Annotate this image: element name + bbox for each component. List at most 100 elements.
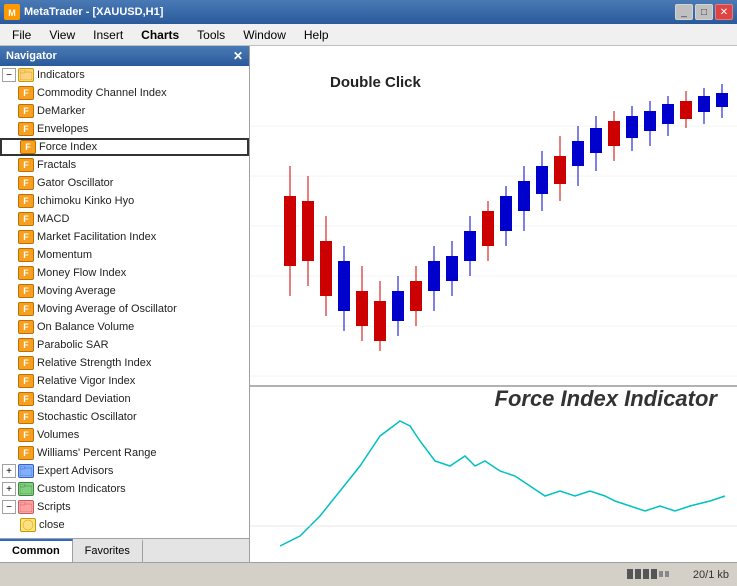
indicator-icon-obv: F: [18, 320, 34, 334]
indicator-icon-momentum: F: [18, 248, 34, 262]
indicator-icon-stddev: F: [18, 392, 34, 406]
nav-item-fractals[interactable]: F Fractals: [0, 156, 249, 174]
indicators-label: Indicators: [37, 69, 85, 81]
close-button[interactable]: ✕: [715, 4, 733, 20]
williams-label: Williams' Percent Range: [37, 447, 156, 459]
navigator-title: Navigator: [6, 50, 57, 62]
moneyflow-label: Money Flow Index: [37, 267, 126, 279]
nav-item-demarker[interactable]: F DeMarker: [0, 102, 249, 120]
status-bar: 20/1 kb: [0, 562, 737, 586]
nav-item-indicators-parent[interactable]: − Indicators: [0, 66, 249, 84]
nav-item-envelopes[interactable]: F Envelopes: [0, 120, 249, 138]
navigator-header: Navigator ✕: [0, 46, 249, 66]
nav-item-movingavg[interactable]: F Moving Average: [0, 282, 249, 300]
nav-item-macd[interactable]: F MACD: [0, 210, 249, 228]
title-bar-buttons: _ □ ✕: [675, 4, 733, 20]
menu-file[interactable]: File: [4, 26, 39, 44]
gator-label: Gator Oscillator: [37, 177, 113, 189]
custom-folder-icon: [18, 482, 34, 496]
expert-folder-icon: [18, 464, 34, 478]
indicator-icon-macd: F: [18, 212, 34, 226]
nav-item-momentum[interactable]: F Momentum: [0, 246, 249, 264]
volumes-label: Volumes: [37, 429, 79, 441]
indicator-icon-force: F: [20, 140, 36, 154]
menu-window[interactable]: Window: [235, 26, 294, 44]
nav-item-custom[interactable]: + Custom Indicators: [0, 480, 249, 498]
chart-svg: [250, 46, 737, 562]
nav-item-ichimoku[interactable]: F Ichimoku Kinko Hyo: [0, 192, 249, 210]
indicator-icon-rvi: F: [18, 374, 34, 388]
custom-label: Custom Indicators: [37, 483, 126, 495]
maximize-button[interactable]: □: [695, 4, 713, 20]
nav-item-stoch[interactable]: F Stochastic Oscillator: [0, 408, 249, 426]
nav-item-stddev[interactable]: F Standard Deviation: [0, 390, 249, 408]
force-label: Force Index: [39, 141, 97, 153]
movingavg-label: Moving Average: [37, 285, 116, 297]
nav-item-scripts[interactable]: − Scripts: [0, 498, 249, 516]
parabolicsar-label: Parabolic SAR: [37, 339, 109, 351]
nav-item-expert[interactable]: + Expert Advisors: [0, 462, 249, 480]
nav-item-volumes[interactable]: F Volumes: [0, 426, 249, 444]
menu-help[interactable]: Help: [296, 26, 337, 44]
nav-tabs: Common Favorites: [0, 538, 249, 562]
nav-item-obv[interactable]: F On Balance Volume: [0, 318, 249, 336]
demarker-label: DeMarker: [37, 105, 85, 117]
indicator-icon-williams: F: [18, 446, 34, 460]
navigator-panel: Navigator ✕ − Indicators F Commodity Cha…: [0, 46, 250, 562]
nav-item-rsi[interactable]: F Relative Strength Index: [0, 354, 249, 372]
scripts-label: Scripts: [37, 501, 71, 513]
indicator-icon-parabolicsar: F: [18, 338, 34, 352]
nav-item-force[interactable]: F Force Index: [0, 138, 249, 156]
close-script-label: close: [39, 519, 65, 531]
menu-bar: File View Insert Charts Tools Window Hel…: [0, 24, 737, 46]
expand-scripts[interactable]: −: [2, 500, 16, 514]
ichimoku-label: Ichimoku Kinko Hyo: [37, 195, 134, 207]
menu-insert[interactable]: Insert: [85, 26, 131, 44]
nav-item-rvi[interactable]: F Relative Vigor Index: [0, 372, 249, 390]
tab-favorites[interactable]: Favorites: [73, 539, 143, 562]
nav-item-close[interactable]: close: [0, 516, 249, 534]
commodity-label: Commodity Channel Index: [37, 87, 167, 99]
menu-charts[interactable]: Charts: [133, 26, 187, 44]
nav-item-movingavgosc[interactable]: F Moving Average of Oscillator: [0, 300, 249, 318]
nav-item-gator[interactable]: F Gator Oscillator: [0, 174, 249, 192]
menu-view[interactable]: View: [41, 26, 83, 44]
nav-item-moneyflow[interactable]: F Money Flow Index: [0, 264, 249, 282]
expand-indicators[interactable]: −: [2, 68, 16, 82]
chart-area[interactable]: Double Click Force Index Indicator: [250, 46, 737, 562]
indicator-icon-moneyflow: F: [18, 266, 34, 280]
indicator-icon-commodity: F: [18, 86, 34, 100]
nav-item-williams[interactable]: F Williams' Percent Range: [0, 444, 249, 462]
indicator-icon-movingavg: F: [18, 284, 34, 298]
script-icon-close: [20, 518, 36, 532]
nav-item-parabolicsar[interactable]: F Parabolic SAR: [0, 336, 249, 354]
nav-tree[interactable]: − Indicators F Commodity Channel Index F…: [0, 66, 249, 538]
stddev-label: Standard Deviation: [37, 393, 131, 405]
expand-custom[interactable]: +: [2, 482, 16, 496]
expand-expert[interactable]: +: [2, 464, 16, 478]
svg-text:M: M: [8, 8, 16, 18]
indicator-icon-envelopes: F: [18, 122, 34, 136]
indicator-icon-movingavgosc: F: [18, 302, 34, 316]
title-bar-title: MetaTrader - [XAUUSD,H1]: [24, 6, 163, 18]
title-bar: M MetaTrader - [XAUUSD,H1] _ □ ✕: [0, 0, 737, 24]
scripts-folder-icon: [18, 500, 34, 514]
fractals-label: Fractals: [37, 159, 76, 171]
folder-icon: [18, 68, 34, 82]
indicator-icon-ichimoku: F: [18, 194, 34, 208]
force-index-label: Force Index Indicator: [495, 386, 718, 412]
title-bar-left: M MetaTrader - [XAUUSD,H1]: [4, 4, 163, 20]
minimize-button[interactable]: _: [675, 4, 693, 20]
navigator-close-button[interactable]: ✕: [233, 49, 243, 63]
tab-common[interactable]: Common: [0, 539, 73, 562]
movingavgosc-label: Moving Average of Oscillator: [37, 303, 177, 315]
app-icon: M: [4, 4, 20, 20]
expert-label: Expert Advisors: [37, 465, 113, 477]
menu-tools[interactable]: Tools: [189, 26, 233, 44]
indicator-icon-rsi: F: [18, 356, 34, 370]
main-layout: Navigator ✕ − Indicators F Commodity Cha…: [0, 46, 737, 562]
macd-label: MACD: [37, 213, 69, 225]
nav-item-commodity[interactable]: F Commodity Channel Index: [0, 84, 249, 102]
nav-item-mfi[interactable]: F Market Facilitation Index: [0, 228, 249, 246]
status-info: 20/1 kb: [693, 569, 729, 581]
